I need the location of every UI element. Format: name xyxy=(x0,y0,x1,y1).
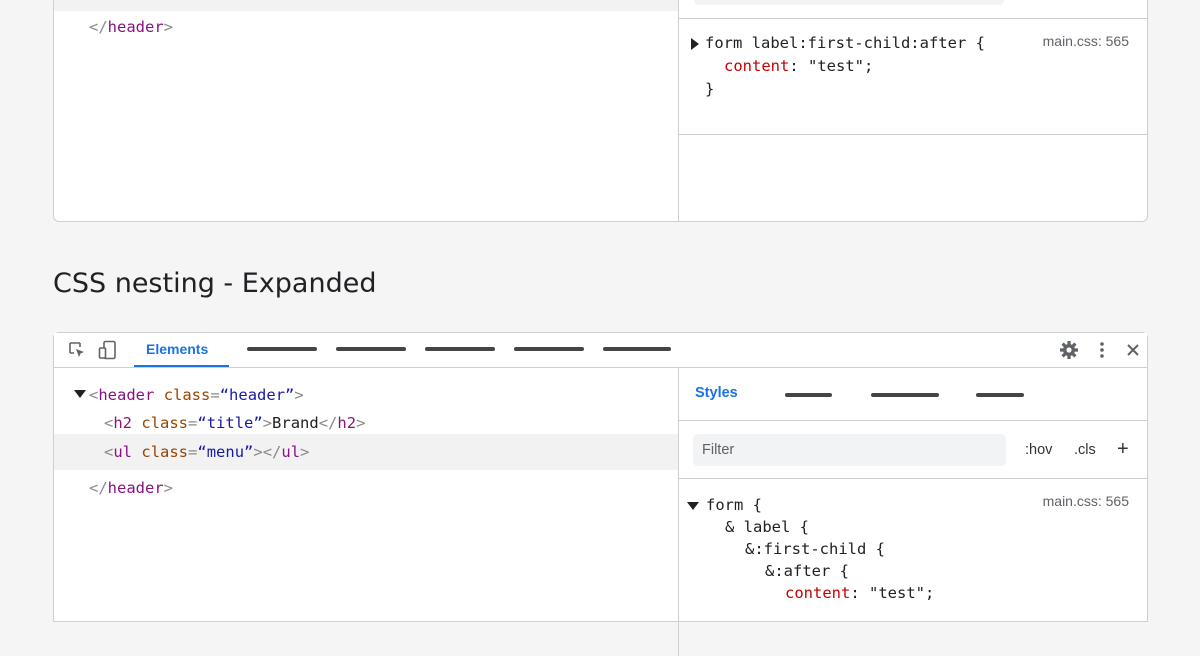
cls-toggle[interactable]: .cls xyxy=(1074,442,1096,458)
divider xyxy=(679,18,1147,19)
css-nested-l1: form { xyxy=(706,496,762,514)
css-nested-l2: & label { xyxy=(725,518,809,536)
tab-styles[interactable]: Styles xyxy=(695,385,738,401)
filter-input[interactable]: Filter xyxy=(693,434,1006,466)
tab-placeholder[interactable] xyxy=(247,347,317,351)
collapse-triangle-icon[interactable] xyxy=(687,502,699,510)
closing-header-node[interactable]: </header> xyxy=(89,479,173,497)
elements-pane: <header class=“header”> <h2 class=“title… xyxy=(54,368,678,656)
subtab-placeholder[interactable] xyxy=(871,393,939,397)
css-declaration: content: "test"; xyxy=(724,57,874,75)
tab-placeholder[interactable] xyxy=(603,347,671,351)
closing-header-node[interactable]: </header> xyxy=(89,18,173,36)
divider xyxy=(679,420,1147,421)
styles-pane: Styles Filter :hov .cls + form { main.cs… xyxy=(678,368,1147,656)
filter-input-partial[interactable] xyxy=(694,0,1004,5)
hov-toggle[interactable]: :hov xyxy=(1025,442,1052,458)
css-nested-l3: &:first-child { xyxy=(745,540,885,558)
ul-node[interactable]: <ul class=“menu”></ul> xyxy=(104,443,309,461)
styles-pane: form label:first-child:after { main.css:… xyxy=(678,0,1147,221)
section-heading: CSS nesting - Expanded xyxy=(53,268,377,299)
divider xyxy=(679,478,1147,479)
devtools-toolbar: Elements xyxy=(54,333,1147,368)
tab-placeholder[interactable] xyxy=(336,347,406,351)
divider xyxy=(679,134,1147,135)
inspect-cursor-icon[interactable] xyxy=(68,341,86,359)
subtab-placeholder[interactable] xyxy=(976,393,1024,397)
h2-node[interactable]: <h2 class=“title”>Brand</h2> xyxy=(104,414,365,432)
devtools-panel-expanded: Elements <header class=“header”> <h2 cla… xyxy=(53,332,1148,656)
elements-pane: </header> xyxy=(54,0,678,221)
close-icon[interactable] xyxy=(1124,341,1142,359)
css-source-link[interactable]: main.css: 565 xyxy=(1043,33,1129,49)
subtab-placeholder[interactable] xyxy=(785,393,832,397)
css-nested-l4: &:after { xyxy=(765,562,849,580)
css-source-link[interactable]: main.css: 565 xyxy=(1043,493,1129,509)
device-toggle-icon[interactable] xyxy=(98,340,118,360)
devtools-panel-collapsed: </header> form label:first-child:after {… xyxy=(53,0,1148,222)
css-close-brace: } xyxy=(705,80,715,98)
gear-icon[interactable] xyxy=(1059,340,1079,360)
collapse-triangle-icon[interactable] xyxy=(74,390,86,398)
tab-placeholder[interactable] xyxy=(514,347,584,351)
active-tab-indicator xyxy=(134,365,229,367)
selected-node-highlight xyxy=(54,0,678,11)
tab-elements[interactable]: Elements xyxy=(146,341,208,357)
tab-placeholder[interactable] xyxy=(425,347,495,351)
header-node[interactable]: <header class=“header”> xyxy=(89,386,304,404)
expand-triangle-icon[interactable] xyxy=(691,38,699,50)
add-rule-button[interactable]: + xyxy=(1117,438,1129,461)
css-declaration: content: "test"; xyxy=(785,584,935,602)
css-selector: form label:first-child:after { xyxy=(705,34,985,52)
kebab-menu-icon[interactable] xyxy=(1092,340,1112,360)
